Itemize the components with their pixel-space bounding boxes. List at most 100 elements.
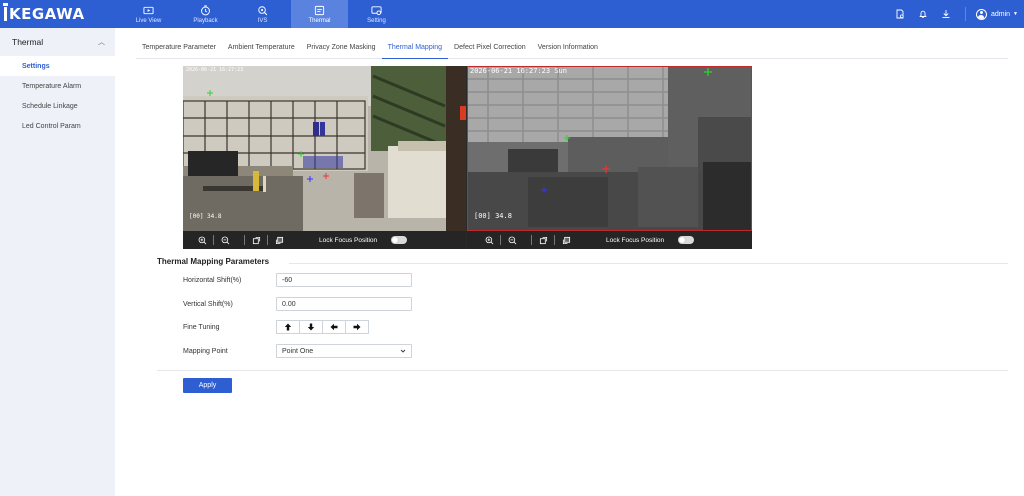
sidebar-item-label: Temperature Alarm — [22, 82, 82, 90]
form-divider — [157, 370, 1008, 371]
zoom-out-icon — [221, 236, 229, 244]
nav-ivs[interactable]: IVS — [234, 0, 291, 28]
lock-focus-toggle[interactable] — [391, 236, 408, 244]
user-menu[interactable]: admin ▼ — [975, 8, 1018, 20]
apply-button[interactable]: Apply — [183, 378, 232, 393]
mapping-point-row: Mapping Point Point One — [183, 344, 412, 358]
video-panel: 2026-06-21 16:27:23 [00] 34.8 2026-06-21… — [183, 66, 752, 249]
tab-thermal-mapping[interactable]: Thermal Mapping — [381, 40, 449, 59]
tab-version-information[interactable]: Version Information — [532, 40, 604, 59]
visible-video-pane[interactable]: 2026-06-21 16:27:23 [00] 34.8 — [183, 66, 466, 231]
tab-label: Ambient Temperature — [227, 44, 295, 51]
caret-down-icon: ▼ — [1013, 11, 1018, 17]
bell-icon[interactable] — [917, 8, 929, 20]
thermal-temperature-readout: [00] 34.8 — [474, 212, 512, 220]
nav-label: Playback — [193, 17, 218, 24]
user-name: admin — [990, 10, 1011, 18]
horizontal-shift-row: Horizontal Shift(%) -60 — [183, 273, 412, 287]
setting-icon — [371, 5, 382, 15]
ivs-icon — [258, 5, 268, 15]
thermal-control-bar: Lock Focus Position — [467, 231, 752, 249]
control-divider — [213, 235, 214, 245]
zoom-out-icon — [508, 236, 516, 244]
zoom-out-button[interactable] — [505, 233, 519, 247]
visible-scene — [183, 66, 466, 231]
download-icon[interactable] — [940, 8, 952, 20]
zoom-in-icon — [198, 236, 206, 244]
sidebar: Thermal ︿ Settings Temperature Alarm Sch… — [0, 28, 115, 496]
shift-up-button[interactable] — [276, 320, 300, 334]
focus-far-icon — [275, 236, 283, 244]
tab-label: Privacy Zone Masking — [306, 44, 376, 51]
focus-far-button[interactable] — [559, 233, 573, 247]
thermal-video-pane[interactable]: 2026-06-21 16:27:23 Sun [00] 34.8 — [467, 66, 752, 231]
sidebar-item-settings[interactable]: Settings — [0, 56, 115, 76]
section-divider — [289, 263, 1008, 264]
sidebar-item-label: Settings — [22, 62, 50, 70]
nav-label: Setting — [367, 17, 386, 24]
sidebar-group-thermal[interactable]: Thermal ︿ — [0, 28, 115, 56]
header-actions: admin ▼ — [894, 0, 1024, 28]
avatar — [975, 8, 987, 20]
fine-tuning-label: Fine Tuning — [183, 323, 220, 331]
lock-focus-label: Lock Focus Position — [319, 236, 378, 244]
shift-right-button[interactable] — [345, 320, 369, 334]
arrow-down-icon — [307, 323, 315, 331]
tab-defect-pixel-correction[interactable]: Defect Pixel Correction — [448, 40, 532, 59]
shift-left-button[interactable] — [322, 320, 346, 334]
mapping-point-label: Mapping Point — [183, 347, 228, 355]
tab-label: Thermal Mapping — [387, 44, 443, 51]
nav-playback[interactable]: Playback — [177, 0, 234, 28]
focus-far-button[interactable] — [272, 233, 286, 247]
zoom-out-button[interactable] — [218, 233, 232, 247]
nav-label: Thermal — [308, 17, 331, 24]
sidebar-item-schedule-linkage[interactable]: Schedule Linkage — [0, 96, 115, 116]
fine-tuning-controls — [276, 320, 369, 334]
thermal-scene — [468, 67, 751, 230]
focus-near-button[interactable] — [249, 233, 263, 247]
vertical-shift-input[interactable]: 0.00 — [276, 297, 412, 311]
focus-near-button[interactable] — [536, 233, 550, 247]
zoom-in-button[interactable] — [195, 233, 209, 247]
sidebar-item-temperature-alarm[interactable]: Temperature Alarm — [0, 76, 115, 96]
visible-control-bar: Lock Focus Position — [183, 231, 466, 249]
live-view-icon — [143, 6, 154, 14]
chevron-up-icon: ︿ — [98, 39, 105, 46]
header-separator — [964, 7, 966, 21]
zoom-in-button[interactable] — [482, 233, 496, 247]
sub-tabs: Temperature Parameter Ambient Temperatur… — [136, 40, 1008, 59]
lock-focus-toggle[interactable] — [678, 236, 695, 244]
tab-ambient-temperature[interactable]: Ambient Temperature — [222, 40, 301, 59]
sidebar-group-title: Thermal — [12, 37, 44, 47]
control-divider — [244, 235, 245, 245]
thermal-timestamp: 2026-06-21 16:27:23 Sun — [470, 67, 567, 75]
arrow-left-icon — [330, 323, 338, 331]
horizontal-shift-label: Horizontal Shift(%) — [183, 276, 242, 284]
sidebar-item-led-control-param[interactable]: Led Control Param — [0, 116, 115, 136]
sidebar-item-label: Led Control Param — [22, 122, 81, 130]
tab-temperature-parameter[interactable]: Temperature Parameter — [136, 40, 222, 59]
tab-label: Version Information — [537, 44, 598, 51]
main-nav: Live View Playback IVS Thermal Setting — [120, 0, 405, 28]
nav-thermal[interactable]: Thermal — [291, 0, 348, 28]
arrow-right-icon — [353, 323, 361, 331]
control-divider — [531, 235, 532, 245]
section-title: Thermal Mapping Parameters — [157, 257, 270, 266]
shift-down-button[interactable] — [299, 320, 323, 334]
nav-label: IVS — [257, 17, 268, 24]
horizontal-shift-input[interactable]: -60 — [276, 273, 412, 287]
control-divider — [500, 235, 501, 245]
nav-setting[interactable]: Setting — [348, 0, 405, 28]
vertical-shift-label: Vertical Shift(%) — [183, 300, 233, 308]
tab-label: Defect Pixel Correction — [454, 44, 526, 51]
tab-privacy-zone-masking[interactable]: Privacy Zone Masking — [301, 40, 382, 59]
document-icon[interactable] — [894, 8, 906, 20]
focus-near-icon — [252, 236, 260, 244]
nav-live-view[interactable]: Live View — [120, 0, 177, 28]
focus-far-icon — [562, 236, 570, 244]
tab-label: Temperature Parameter — [142, 44, 216, 51]
mapping-point-select[interactable]: Point One — [276, 344, 412, 358]
sidebar-item-label: Schedule Linkage — [22, 102, 78, 110]
visible-timestamp: 2026-06-21 16:27:23 — [186, 67, 244, 73]
chevron-down-icon — [400, 349, 406, 353]
